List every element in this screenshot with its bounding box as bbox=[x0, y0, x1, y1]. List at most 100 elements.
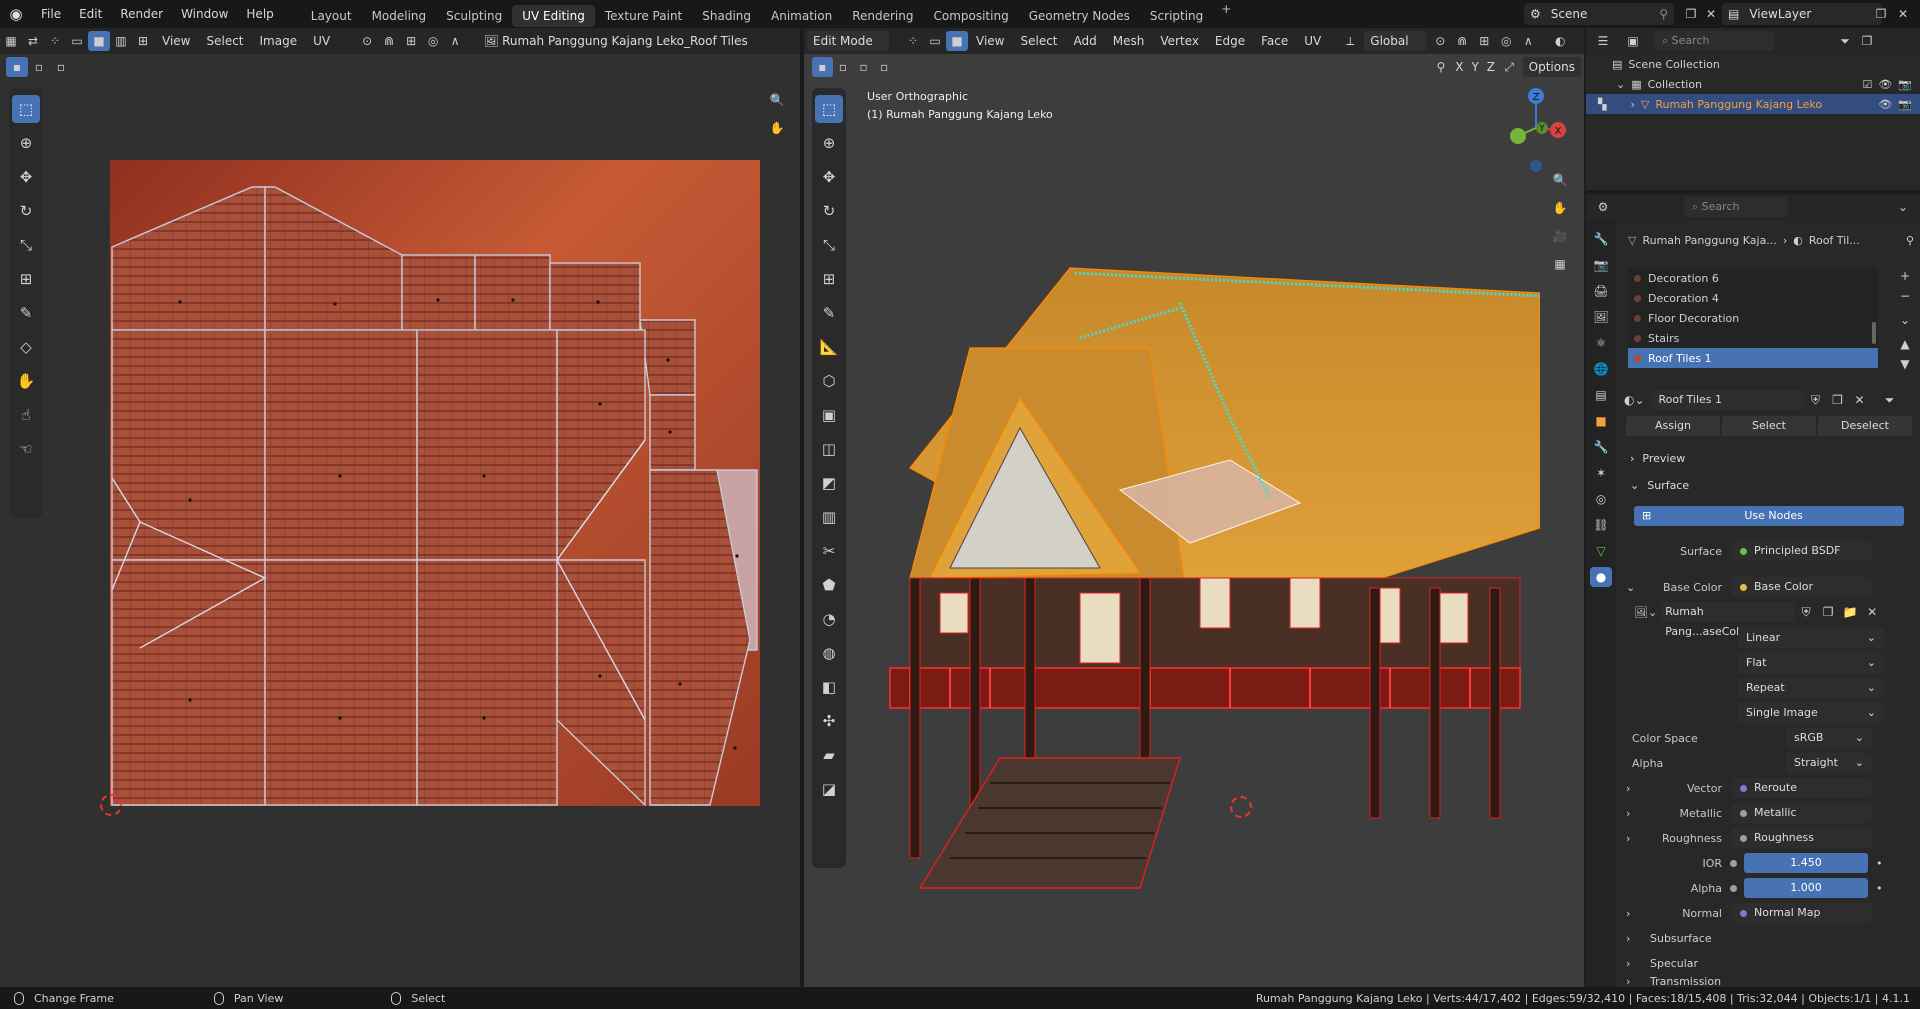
vp-mode-intersect-icon[interactable]: ▫ bbox=[874, 57, 895, 77]
cursor-tool-icon[interactable]: ⊕ bbox=[12, 129, 40, 157]
mirror-options-icon[interactable]: ⚲ bbox=[1431, 57, 1452, 77]
menu-render[interactable]: Render bbox=[111, 0, 172, 28]
axis-x-toggle[interactable]: X bbox=[1451, 60, 1467, 74]
delete-view-layer-icon[interactable]: ✕ bbox=[1892, 4, 1914, 24]
object-edit-icon[interactable]: ▚ bbox=[1598, 98, 1606, 111]
move-slot-down-icon[interactable]: ▼ bbox=[1894, 354, 1916, 374]
material-browse-icon[interactable]: ◐⌄ bbox=[1624, 393, 1645, 407]
new-scene-icon[interactable]: ❐ bbox=[1680, 4, 1702, 24]
list-item-selected[interactable]: Roof Tiles 1 bbox=[1628, 348, 1878, 368]
subsurface-row[interactable]: › Subsurface bbox=[1626, 928, 1906, 948]
properties-search[interactable]: ⌕ Search bbox=[1684, 197, 1788, 217]
pin-icon[interactable]: ⚲ bbox=[1659, 7, 1668, 21]
ior-slider[interactable]: 1.450 bbox=[1744, 853, 1868, 873]
face-select-icon[interactable]: ■ bbox=[88, 31, 110, 51]
tab-texture-paint[interactable]: Texture Paint bbox=[595, 5, 692, 27]
vp-cursor-icon[interactable]: ⊕ bbox=[815, 129, 843, 157]
object-tab-icon[interactable]: ■ bbox=[1590, 411, 1612, 431]
vp-pan-icon[interactable]: ✋ bbox=[1549, 198, 1571, 218]
normal-field[interactable]: Normal Map bbox=[1732, 903, 1872, 923]
tab-animation[interactable]: Animation bbox=[761, 5, 842, 27]
gizmo-zn-icon[interactable] bbox=[1530, 160, 1542, 172]
annotate-tool-icon[interactable]: ✎ bbox=[12, 299, 40, 327]
unlink-material-icon[interactable]: ✕ bbox=[1849, 390, 1871, 410]
house-model[interactable] bbox=[850, 198, 1540, 938]
grab-tool-icon[interactable]: ✋ bbox=[12, 367, 40, 395]
tab-shading[interactable]: Shading bbox=[692, 5, 761, 27]
collection-eye-icon[interactable]: 👁 bbox=[1878, 78, 1892, 91]
vp-mode-extend-icon[interactable]: ▫ bbox=[833, 57, 854, 77]
menu-help[interactable]: Help bbox=[237, 0, 282, 28]
vp-bevel-icon[interactable]: ◩ bbox=[815, 469, 843, 497]
ior-keyframe-icon[interactable]: • bbox=[1876, 857, 1883, 870]
proportional-icon[interactable]: ◎ bbox=[422, 31, 444, 51]
uv-2d-cursor-icon[interactable] bbox=[100, 794, 122, 816]
collection-expand-icon[interactable]: ⌄ bbox=[1616, 78, 1625, 91]
select-button[interactable]: Select bbox=[1722, 416, 1816, 436]
snap-magnet-icon[interactable]: ⋒ bbox=[1451, 31, 1473, 51]
vp-shrink-icon[interactable]: ✣ bbox=[815, 707, 843, 735]
vp-menu-view[interactable]: View bbox=[968, 34, 1012, 48]
surface-shader-field[interactable]: Principled BSDF bbox=[1732, 541, 1872, 561]
pivot-point-icon[interactable]: ⊙ bbox=[1429, 31, 1451, 51]
tab-rendering[interactable]: Rendering bbox=[842, 5, 923, 27]
vp-rotate-icon[interactable]: ↻ bbox=[815, 197, 843, 225]
zoom-icon[interactable]: 🔍 bbox=[766, 90, 788, 110]
vector-expand-icon[interactable]: › bbox=[1626, 782, 1640, 795]
vertex-mode-icon[interactable]: ⁘ bbox=[902, 31, 924, 51]
vp-move-icon[interactable]: ✥ bbox=[815, 163, 843, 191]
modifier-tab-icon[interactable]: 🔧 bbox=[1590, 437, 1612, 457]
mode-new-icon[interactable]: ▪ bbox=[6, 57, 28, 77]
image-fake-user-icon[interactable]: ⛨ bbox=[1795, 602, 1817, 622]
uv-menu-uv[interactable]: UV bbox=[305, 34, 338, 48]
pin-properties-icon[interactable]: ⚲ bbox=[1906, 234, 1914, 247]
display-mode-icon[interactable]: ▣ bbox=[1622, 31, 1644, 51]
scale-tool-icon[interactable]: ⤡ bbox=[12, 231, 40, 259]
vector-field[interactable]: Reroute bbox=[1732, 778, 1872, 798]
vp-menu-add[interactable]: Add bbox=[1066, 34, 1105, 48]
list-item[interactable]: Decoration 6 bbox=[1628, 268, 1878, 288]
material-name-field[interactable]: Roof Tiles 1 bbox=[1650, 390, 1805, 410]
vp-mode-new-icon[interactable]: ▪ bbox=[812, 57, 833, 77]
vp-ortho-grid-icon[interactable]: ▦ bbox=[1549, 254, 1571, 274]
object-camera-icon[interactable]: 📷 bbox=[1898, 98, 1912, 111]
vp-loop-cut-icon[interactable]: ▥ bbox=[815, 503, 843, 531]
vertex-select-icon[interactable]: ⁘ bbox=[44, 31, 66, 51]
vp-edge-slide-icon[interactable]: ◧ bbox=[815, 673, 843, 701]
image-name-field[interactable]: Rumah Panggung Kajang Leko_Roof Tiles 1_… bbox=[502, 34, 748, 48]
alpha-keyframe-icon[interactable]: • bbox=[1876, 882, 1883, 895]
collection-row[interactable]: ⌄ ▦ Collection ☑ 👁 📷 bbox=[1586, 74, 1920, 94]
edge-select-icon[interactable]: ▭ bbox=[66, 31, 88, 51]
list-item[interactable]: Decoration 4 bbox=[1628, 288, 1878, 308]
vp-select-box-icon[interactable]: ⬚ bbox=[815, 95, 843, 123]
outliner-search[interactable]: ⌕ Search bbox=[1654, 31, 1774, 51]
tab-scripting[interactable]: Scripting bbox=[1140, 5, 1213, 27]
island-select-icon[interactable]: ▥ bbox=[110, 31, 132, 51]
vp-smooth-icon[interactable]: ◍ bbox=[815, 639, 843, 667]
snap-increment-icon[interactable]: ⊞ bbox=[1473, 31, 1495, 51]
scene-collection-row[interactable]: ▤ Scene Collection bbox=[1586, 54, 1920, 74]
uv-menu-select[interactable]: Select bbox=[198, 34, 251, 48]
interpolation-select[interactable]: Linear ⌄ bbox=[1738, 628, 1884, 648]
proportional-edit-icon[interactable]: ◎ bbox=[1495, 31, 1517, 51]
vp-menu-face[interactable]: Face bbox=[1253, 34, 1296, 48]
list-scrollbar[interactable] bbox=[1872, 322, 1876, 344]
vp-scale-icon[interactable]: ⤡ bbox=[815, 231, 843, 259]
use-nodes-button[interactable]: ⊞ Use Nodes bbox=[1634, 506, 1904, 526]
collection-camera-icon[interactable]: 📷 bbox=[1898, 78, 1912, 91]
sync-selection-icon[interactable]: ⇄ bbox=[22, 31, 44, 51]
output-tab-icon[interactable]: 🖨 bbox=[1590, 281, 1612, 301]
falloff-icon[interactable]: ∧ bbox=[444, 31, 466, 51]
render-tab-icon[interactable]: 📷 bbox=[1590, 255, 1612, 275]
deselect-button[interactable]: Deselect bbox=[1818, 416, 1912, 436]
image-browse-icon[interactable]: 🖼⌄ bbox=[1634, 606, 1657, 619]
object-expand-icon[interactable]: › bbox=[1630, 98, 1634, 111]
base-color-expand-icon[interactable]: ⌄ bbox=[1626, 581, 1640, 594]
properties-type-icon[interactable]: ⚙ bbox=[1592, 197, 1614, 217]
pan-hand-icon[interactable]: ✋ bbox=[766, 118, 788, 138]
color-space-select[interactable]: sRGB ⌄ bbox=[1786, 728, 1872, 748]
options-button[interactable]: Options bbox=[1522, 57, 1581, 77]
normal-expand-icon[interactable]: › bbox=[1626, 907, 1640, 920]
transform-tool-icon[interactable]: ⊞ bbox=[12, 265, 40, 293]
data-tab-icon[interactable]: ▽ bbox=[1590, 541, 1612, 561]
